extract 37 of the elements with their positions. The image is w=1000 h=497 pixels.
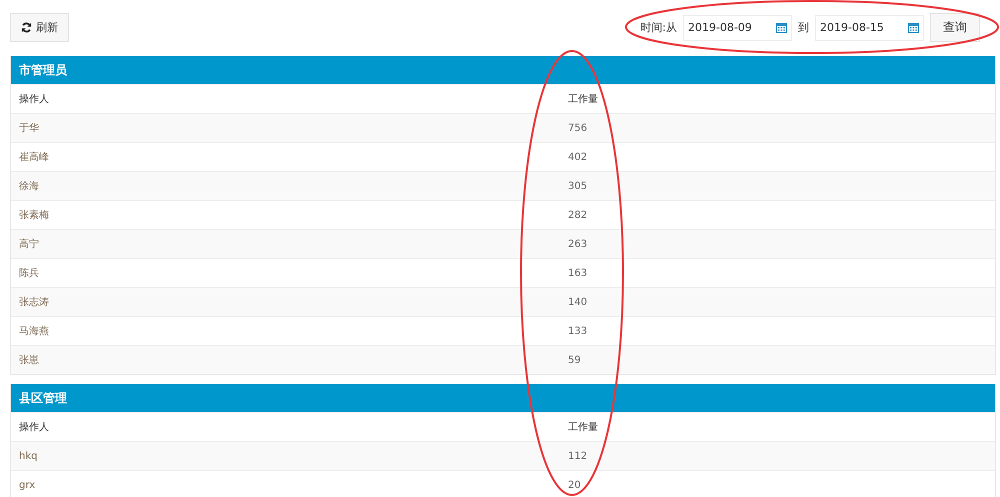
workload-cell-text: 59 [568,354,582,366]
end-date-field[interactable]: 2019-08-15 [815,14,924,40]
operator-name-cell-text: grx [19,480,36,490]
workload-cell-text: 20 [568,480,582,490]
refresh-button[interactable]: 刷新 [10,13,69,42]
operator-name-cell-text: 张崽 [19,354,40,367]
operator-name-cell-text: 高宁 [19,238,40,251]
operator-name-cell-text: 张素梅 [19,208,50,222]
workload-cell-text: 282 [568,210,588,220]
operator-name-cell-text: 崔高峰 [19,150,50,164]
query-button[interactable]: 查询 [930,13,980,42]
refresh-icon [21,22,32,33]
panel-header: 县区管理 [11,384,995,412]
workload-cell-text: 402 [568,152,588,162]
column-header: 工作量 [568,93,599,106]
workload-cell-text: 112 [568,450,588,462]
column-header: 操作人 [19,93,50,106]
operator-name-cell-text: 马海燕 [19,324,50,338]
operator-name-cell-text: 陈兵 [19,266,40,280]
panel-header: 市管理员 [11,56,995,84]
operator-name-cell-text: 张志涛 [19,296,50,309]
calendar-icon[interactable] [776,22,787,33]
workload-cell-text: 756 [568,122,588,134]
column-header: 操作人 [19,421,50,434]
column-header: 工作量 [568,421,599,434]
workload-cell-text: 263 [568,238,588,250]
operator-name-cell-text: hkq [19,450,38,462]
operator-name-cell-text: 于华 [19,122,40,135]
workload-cell-text: 140 [568,296,588,308]
operator-name-cell-text: 徐海 [19,180,40,193]
start-date-field[interactable]: 2019-08-09 [683,14,792,40]
workload-cell-text: 163 [568,268,588,278]
date-separator: 到 [798,20,809,35]
workload-cell-text: 133 [568,326,588,336]
workload-cell-text: 305 [568,180,588,192]
calendar-icon[interactable] [908,22,919,33]
date-range-label: 时间:从 [640,20,677,35]
